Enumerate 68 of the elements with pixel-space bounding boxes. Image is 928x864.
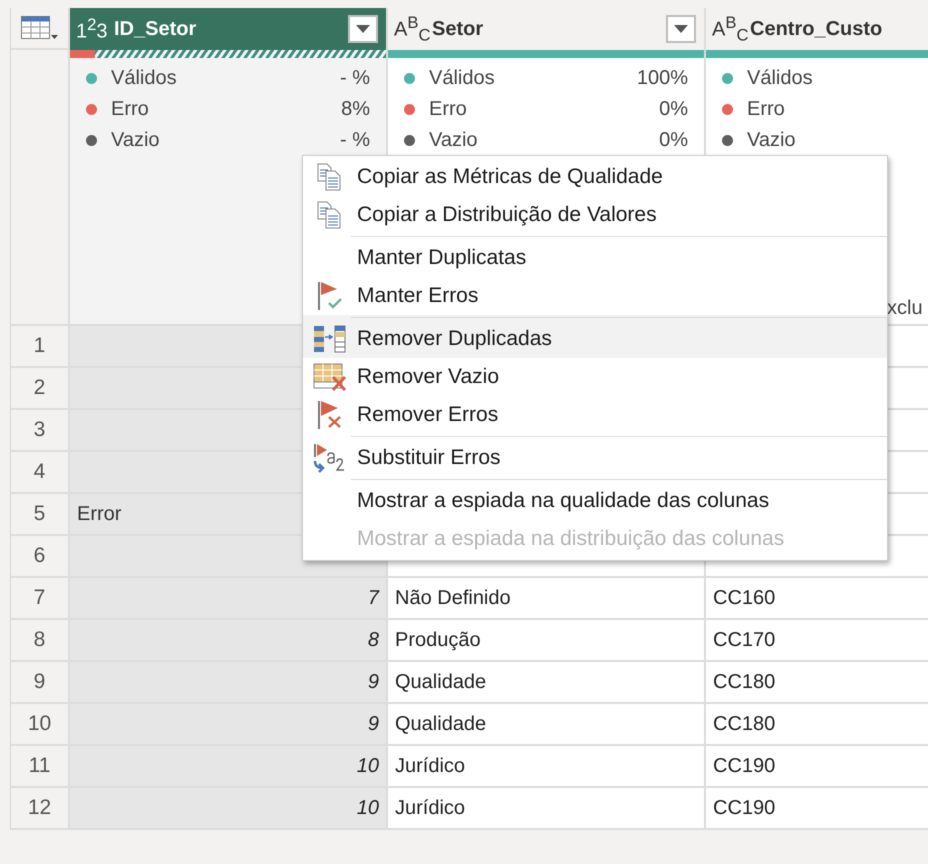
caret-icon <box>674 25 688 33</box>
table-cell: 9 <box>70 662 388 704</box>
row-number: 12 <box>11 788 70 830</box>
menu-item[interactable]: Copiar as Métricas de Qualidade <box>303 158 887 196</box>
column-header[interactable]: 1$^{2}$3 ID_Setor <box>70 8 388 50</box>
table-cell: CC170 <box>706 620 928 662</box>
table-cell: CC190 <box>706 746 928 788</box>
stat-label: Válidos <box>429 67 496 90</box>
replace-errors-icon <box>313 443 347 473</box>
menu-item[interactable]: Remover Duplicadas <box>303 315 887 358</box>
row-number: 2 <box>11 368 70 410</box>
stat-value: - % <box>340 67 370 90</box>
table-cell: CC160 <box>706 578 928 620</box>
table-cell: Qualidade <box>388 704 706 746</box>
table-cell: Jurídico <box>388 746 706 788</box>
row-number: 1 <box>11 326 70 368</box>
column-name: ID_Setor <box>114 18 198 40</box>
copy-icon <box>317 163 343 191</box>
stat-text: xclu <box>887 297 923 319</box>
remove-duplicates-icon <box>313 325 347 353</box>
row-number: 9 <box>11 662 70 704</box>
stat-value: 8% <box>341 98 370 121</box>
stat-value: 0% <box>659 129 688 152</box>
stat-label: Válidos <box>111 67 178 90</box>
stat-label: Vazio <box>111 129 161 152</box>
row-number: 4 <box>11 452 70 494</box>
column-name: Setor <box>432 18 484 40</box>
table-cell: CC180 <box>706 704 928 746</box>
table-cell: Jurídico <box>388 788 706 830</box>
table-cell: 7 <box>70 578 388 620</box>
row-number: 3 <box>11 410 70 452</box>
menu-item[interactable]: Copiar a Distribuição de Valores <box>303 196 887 234</box>
column-name: Centro_Custo <box>750 18 884 40</box>
table-cell: CC180 <box>706 662 928 704</box>
row-number: 6 <box>11 536 70 578</box>
table-cell: 10 <box>70 788 388 830</box>
stat-value: - % <box>340 129 370 152</box>
table-cell: 10 <box>70 746 388 788</box>
row-number: 7 <box>11 578 70 620</box>
copy-icon <box>317 201 343 229</box>
table-menu-icon[interactable] <box>20 16 58 40</box>
stat-label: Erro <box>429 98 468 121</box>
row-number: 10 <box>11 704 70 746</box>
stat-label: Erro <box>111 98 150 121</box>
table-cell: Produção <box>388 620 706 662</box>
row-number: 5 <box>11 494 70 536</box>
table-cell: Não Definido <box>388 578 706 620</box>
type-label: 1$^{2}$3 <box>76 14 109 44</box>
row-number: 8 <box>11 620 70 662</box>
stat-label: Erro <box>747 98 786 121</box>
row-number: 11 <box>11 746 70 788</box>
menu-item[interactable]: Manter Erros <box>303 277 887 315</box>
stat-value: 100% <box>636 67 688 90</box>
stat-label: Vazio <box>429 129 479 152</box>
flag-check-icon <box>317 281 343 311</box>
stat-label: Vazio <box>747 129 797 152</box>
table-cell: 8 <box>70 620 388 662</box>
stat-value: 0% <box>659 98 688 121</box>
filter-dropdown-button[interactable] <box>348 15 378 43</box>
stat-label: Válidos <box>747 67 814 90</box>
caret-icon <box>356 25 370 33</box>
table-cell: CC190 <box>706 788 928 830</box>
menu-item[interactable]: Remover Erros <box>303 396 887 434</box>
table-cell: Qualidade <box>388 662 706 704</box>
remove-empty-icon <box>313 363 347 391</box>
menu-item[interactable]: Remover Vazio <box>303 358 887 396</box>
table-cell: 9 <box>70 704 388 746</box>
filter-dropdown-button[interactable] <box>666 15 696 43</box>
